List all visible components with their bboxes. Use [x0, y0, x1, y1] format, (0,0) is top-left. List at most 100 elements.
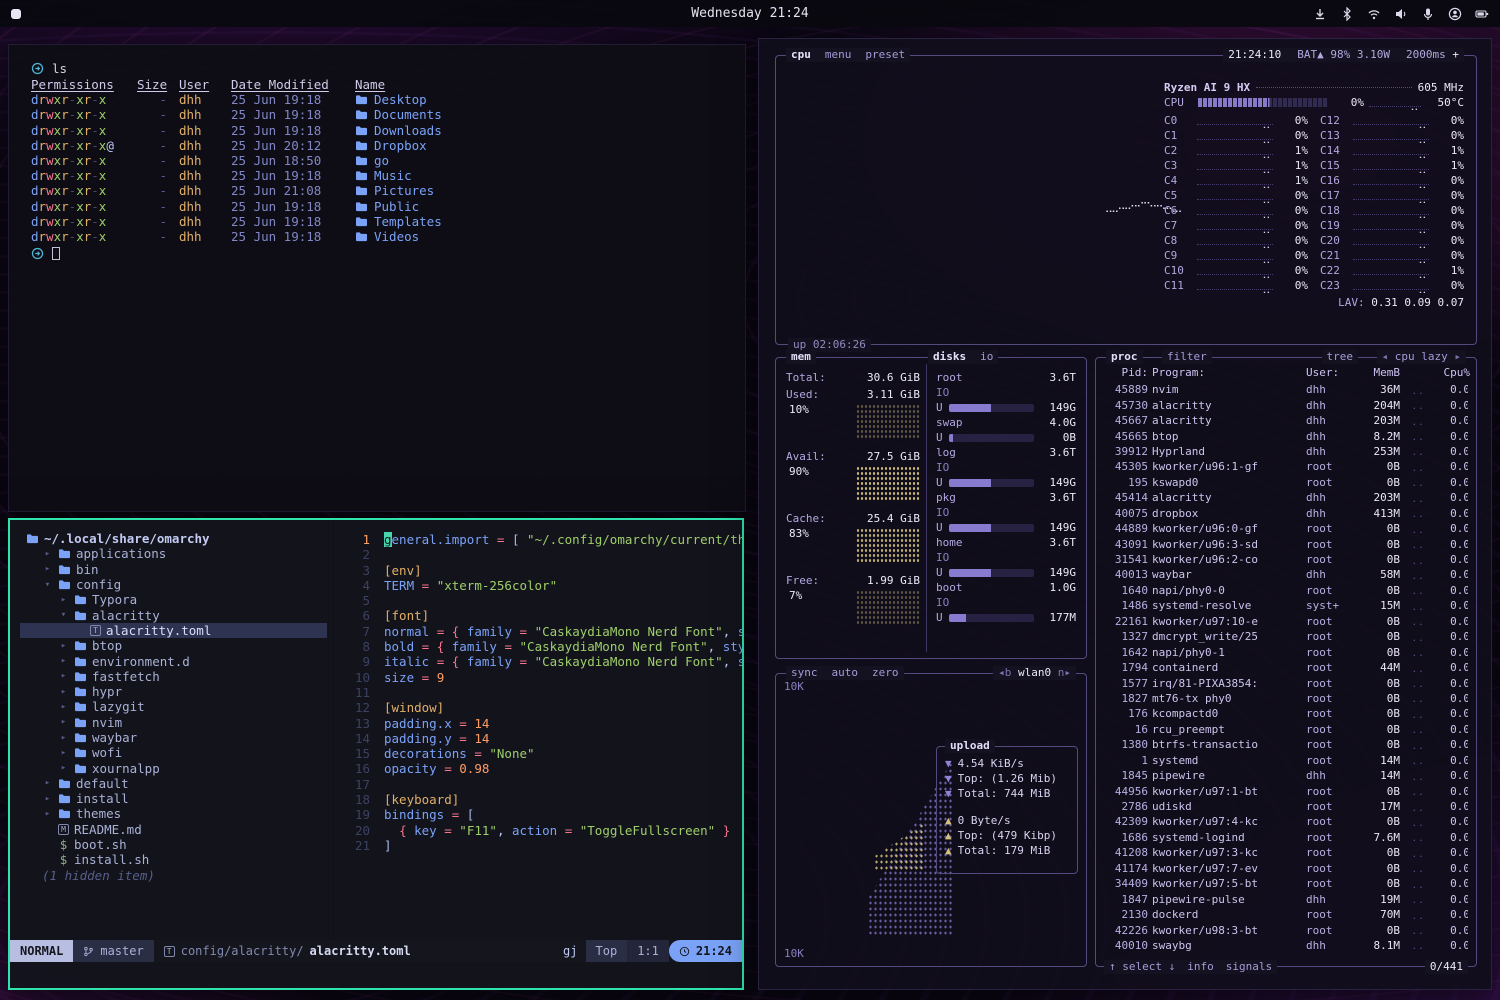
- ls-column-header: Name: [355, 77, 729, 92]
- proc-column-user[interactable]: User:: [1306, 366, 1352, 379]
- process-row[interactable]: 1577irq/81-PIXA3854:root0B⡀⡀0.0: [1104, 675, 1468, 690]
- core-row-c19: C190%: [1320, 218, 1464, 233]
- process-row[interactable]: 42226kworker/u98:3-btroot0B⡀⡀0.0: [1104, 922, 1468, 937]
- process-row[interactable]: 45305kworker/u96:1-gfroot0B⡀⡀0.0: [1104, 459, 1468, 474]
- core-row-c7: C70%: [1164, 218, 1308, 233]
- proc-footer-info[interactable]: info: [1187, 960, 1214, 974]
- tree-item-applications[interactable]: ▸applications: [20, 546, 327, 561]
- tree-item-xournalpp[interactable]: ▸xournalpp: [20, 760, 327, 775]
- tree-item-alacritty.toml[interactable]: Talacritty.toml: [20, 623, 327, 638]
- tree-item-wofi[interactable]: ▸wofi: [20, 745, 327, 760]
- proc-column-memb[interactable]: MemB: [1356, 366, 1400, 379]
- process-row[interactable]: 45665btopdhh8.2M⡀⡀0.0: [1104, 428, 1468, 443]
- battery-icon[interactable]: [1475, 7, 1489, 21]
- proc-tree-toggle[interactable]: tree: [1322, 350, 1359, 364]
- process-row[interactable]: 45667alacrittydhh203M⡀⡀0.0: [1104, 413, 1468, 428]
- process-row[interactable]: 44889kworker/u96:0-gfroot0B⡀⡀0.0: [1104, 521, 1468, 536]
- process-row[interactable]: 1794containerdroot44M⡀⡀0.0: [1104, 660, 1468, 675]
- process-row[interactable]: 40013waybardhh58M⡀⡀0.0: [1104, 567, 1468, 582]
- net-tab-auto[interactable]: auto: [832, 666, 859, 680]
- code-editor[interactable]: 1general.import = [ "~/.config/omarchy/c…: [334, 520, 742, 940]
- process-row[interactable]: 1327dmcrypt_write/25root0B⡀⡀0.0: [1104, 629, 1468, 644]
- process-row[interactable]: 195kswapd0root0B⡀⡀0.0: [1104, 475, 1468, 490]
- tree-item-install.sh[interactable]: $install.sh: [20, 852, 327, 867]
- terminal-window-ls[interactable]: ls PermissionsSizeUserDate ModifiedName …: [8, 44, 746, 512]
- process-row[interactable]: 44956kworker/u97:1-btroot0B⡀⡀0.0: [1104, 783, 1468, 798]
- process-row[interactable]: 43091kworker/u96:3-sdroot0B⡀⡀0.0: [1104, 536, 1468, 551]
- cpu-tab-menu[interactable]: menu: [825, 48, 852, 62]
- tree-item-readme.md[interactable]: MREADME.md: [20, 822, 327, 837]
- proc-filter[interactable]: filter: [1162, 350, 1212, 364]
- tree-item-waybar[interactable]: ▸waybar: [20, 730, 327, 745]
- proc-footer-signals[interactable]: signals: [1226, 960, 1272, 974]
- process-row[interactable]: 42309kworker/u97:4-kcroot0B⡀⡀0.0: [1104, 814, 1468, 829]
- core-graph: [1353, 131, 1429, 140]
- tree-item-config[interactable]: ▾config: [20, 577, 327, 592]
- process-row[interactable]: 1686systemd-logindroot7.6M⡀⡀0.0: [1104, 830, 1468, 845]
- tree-item-btop[interactable]: ▸btop: [20, 638, 327, 653]
- process-row[interactable]: 2786udiskdroot17M⡀⡀0.0: [1104, 799, 1468, 814]
- process-row[interactable]: 41174kworker/u97:7-evroot0B⡀⡀0.0: [1104, 861, 1468, 876]
- tree-root[interactable]: ~/.local/share/omarchy: [20, 531, 327, 546]
- download-icon[interactable]: [1313, 7, 1327, 21]
- process-row[interactable]: 39912Hyprlanddhh253M⡀⡀0.0: [1104, 444, 1468, 459]
- neovim-window[interactable]: ~/.local/share/omarchy▸applications▸bin▾…: [8, 518, 744, 990]
- proc-footer-select[interactable]: ↑ select ↓: [1109, 960, 1175, 974]
- process-row[interactable]: 1845pipewiredhh14M⡀⡀0.0: [1104, 768, 1468, 783]
- volume-icon[interactable]: [1394, 7, 1408, 21]
- cpu-tab-cpu[interactable]: cpu: [791, 48, 811, 62]
- process-row[interactable]: 34409kworker/u97:5-btroot0B⡀⡀0.0: [1104, 876, 1468, 891]
- account-icon[interactable]: [1448, 7, 1462, 21]
- net-tab-zero[interactable]: zero: [872, 666, 899, 680]
- tree-item-fastfetch[interactable]: ▸fastfetch: [20, 669, 327, 684]
- disk-root: root3.6TIOU149G: [936, 370, 1076, 415]
- tree-item-environment.d[interactable]: ▸environment.d: [20, 653, 327, 668]
- tree-item-lazygit[interactable]: ▸lazygit: [20, 699, 327, 714]
- tree-item-default[interactable]: ▸default: [20, 776, 327, 791]
- update-interval[interactable]: 2000ms +: [1406, 48, 1459, 62]
- git-branch[interactable]: master: [73, 940, 153, 962]
- proc-sort[interactable]: ◂ cpu lazy ▸: [1377, 350, 1466, 364]
- process-row[interactable]: 16rcu_preemptroot0B⡀⡀0.0: [1104, 722, 1468, 737]
- topbar-clock[interactable]: Wednesday 21:24: [691, 6, 808, 21]
- process-row[interactable]: 45730alacrittydhh204M⡀⡀0.0: [1104, 397, 1468, 412]
- btop-window[interactable]: cpumenupreset 21:24:10 BAT▲ 98% 3.10W 20…: [758, 38, 1492, 990]
- cpu-tab-preset[interactable]: preset: [865, 48, 905, 62]
- workspace-indicator[interactable]: [11, 9, 21, 19]
- disks-tab-disks[interactable]: disks: [933, 350, 966, 364]
- process-row[interactable]: 1640napi/phy0-0root0B⡀⡀0.0: [1104, 583, 1468, 598]
- tree-item-alacritty[interactable]: ▾alacritty: [20, 607, 327, 622]
- proc-column-program[interactable]: Program:: [1152, 366, 1302, 379]
- process-row[interactable]: 40010swaybgdhh8.1M⡀⡀0.0: [1104, 938, 1468, 953]
- tree-item-themes[interactable]: ▸themes: [20, 806, 327, 821]
- process-row[interactable]: 45414alacrittydhh203M⡀⡀0.0: [1104, 490, 1468, 505]
- net-device-selector[interactable]: ◂b wlan0 n▸: [993, 666, 1076, 680]
- disks-tab-io[interactable]: io: [980, 350, 993, 364]
- net-tab-sync[interactable]: sync: [791, 666, 818, 680]
- process-row[interactable]: 1827mt76-tx phy0root0B⡀⡀0.0: [1104, 691, 1468, 706]
- process-row[interactable]: 40075dropboxdhh413M⡀⡀0.0: [1104, 506, 1468, 521]
- process-row[interactable]: 1systemdroot14M⡀⡀0.0: [1104, 753, 1468, 768]
- process-row[interactable]: 1642napi/phy0-1root0B⡀⡀0.0: [1104, 644, 1468, 659]
- tree-item-bin[interactable]: ▸bin: [20, 562, 327, 577]
- process-row[interactable]: 41208kworker/u97:3-kcroot0B⡀⡀0.0: [1104, 845, 1468, 860]
- tree-item-boot.sh[interactable]: $boot.sh: [20, 837, 327, 852]
- tree-item-install[interactable]: ▸install: [20, 791, 327, 806]
- process-row[interactable]: 2130dockerdroot70M⡀⡀0.0: [1104, 907, 1468, 922]
- process-row[interactable]: 1380btrfs-transactioroot0B⡀⡀0.0: [1104, 737, 1468, 752]
- process-row[interactable]: 1486systemd-resolvesyst+15M⡀⡀0.0: [1104, 598, 1468, 613]
- proc-column-cpu%[interactable]: Cpu%: [1438, 366, 1470, 379]
- mic-icon[interactable]: [1421, 7, 1435, 21]
- up-arrow-icon: ▲: [945, 844, 952, 857]
- process-row[interactable]: 176kcompactd0root0B⡀⡀0.0: [1104, 706, 1468, 721]
- process-row[interactable]: 22161kworker/u97:10-eroot0B⡀⡀0.0: [1104, 614, 1468, 629]
- wifi-icon[interactable]: [1367, 7, 1381, 21]
- process-row[interactable]: 1847pipewire-pulsedhh19M⡀⡀0.0: [1104, 891, 1468, 906]
- proc-column-pid[interactable]: Pid:: [1104, 366, 1148, 379]
- tree-item-typora[interactable]: ▸Typora: [20, 592, 327, 607]
- bluetooth-icon[interactable]: [1340, 7, 1354, 21]
- tree-item-nvim[interactable]: ▸nvim: [20, 715, 327, 730]
- process-row[interactable]: 31541kworker/u96:2-coroot0B⡀⡀0.0: [1104, 552, 1468, 567]
- process-row[interactable]: 45889nvimdhh36M⡀⡀0.0: [1104, 382, 1468, 397]
- tree-item-hypr[interactable]: ▸hypr: [20, 684, 327, 699]
